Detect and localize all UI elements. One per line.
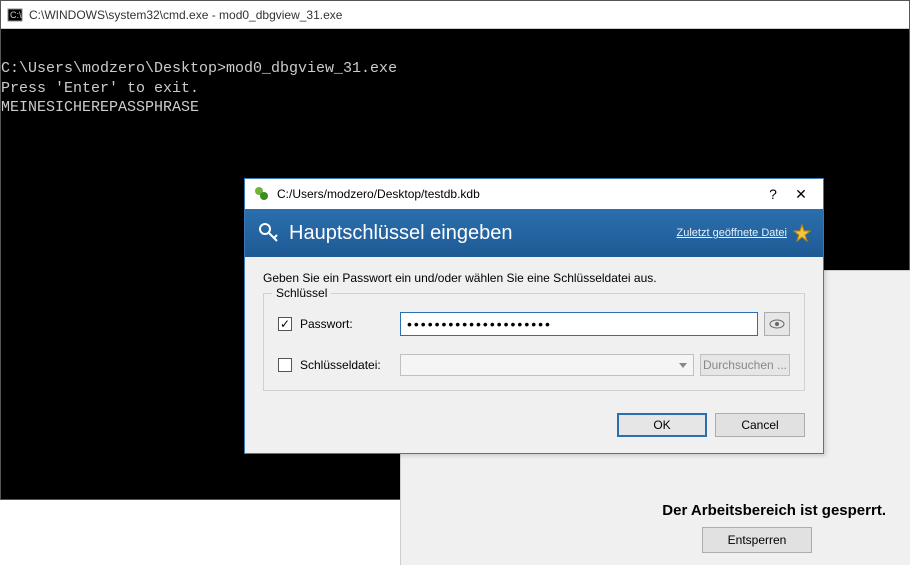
key-icon bbox=[257, 221, 281, 245]
recent-file-link[interactable]: Zuletzt geöffnete Datei bbox=[677, 227, 787, 239]
master-key-dialog: C:/Users/modzero/Desktop/testdb.kdb ? ✕ … bbox=[244, 178, 824, 454]
reveal-password-button[interactable] bbox=[764, 312, 790, 336]
cmd-line: MEINESICHEREPASSPHRASE bbox=[1, 98, 909, 118]
dialog-titlebar[interactable]: C:/Users/modzero/Desktop/testdb.kdb ? ✕ bbox=[245, 179, 823, 209]
keyfile-row: Schlüsseldatei: Durchsuchen ... bbox=[278, 354, 790, 376]
help-button[interactable]: ? bbox=[759, 186, 787, 202]
key-fieldset: Schlüssel Passwort: Schlüsseldatei: Durc… bbox=[263, 293, 805, 391]
keyfile-label: Schlüsseldatei: bbox=[300, 358, 400, 372]
keepass-icon bbox=[253, 185, 271, 203]
cmd-line: Press 'Enter' to exit. bbox=[1, 79, 909, 99]
password-label: Passwort: bbox=[300, 317, 400, 331]
browse-button: Durchsuchen ... bbox=[700, 354, 790, 376]
svg-text:C:\: C:\ bbox=[10, 10, 22, 20]
keyfile-checkbox[interactable] bbox=[278, 358, 292, 372]
dialog-footer: OK Cancel bbox=[245, 399, 823, 453]
dialog-banner: Hauptschlüssel eingeben Zuletzt geöffnet… bbox=[245, 209, 823, 257]
ok-button[interactable]: OK bbox=[617, 413, 707, 437]
cmd-body[interactable]: C:\Users\modzero\Desktop>mod0_dbgview_31… bbox=[1, 29, 909, 118]
cmd-title: C:\WINDOWS\system32\cmd.exe - mod0_dbgvi… bbox=[29, 8, 342, 22]
password-input[interactable] bbox=[400, 312, 758, 336]
cmd-line: C:\Users\modzero\Desktop>mod0_dbgview_31… bbox=[1, 59, 909, 79]
dialog-title: C:/Users/modzero/Desktop/testdb.kdb bbox=[277, 187, 759, 201]
cancel-button[interactable]: Cancel bbox=[715, 413, 805, 437]
unlock-button[interactable]: Entsperren bbox=[702, 527, 812, 553]
workspace-locked-message: Der Arbeitsbereich ist gesperrt. bbox=[662, 502, 886, 519]
close-button[interactable]: ✕ bbox=[787, 186, 815, 203]
dialog-instruction: Geben Sie ein Passwort ein und/oder wähl… bbox=[263, 271, 805, 285]
password-row: Passwort: bbox=[278, 312, 790, 336]
keyfile-select[interactable] bbox=[400, 354, 694, 376]
fieldset-legend: Schlüssel bbox=[272, 286, 331, 300]
banner-title: Hauptschlüssel eingeben bbox=[289, 222, 677, 245]
cmd-icon: C:\ bbox=[7, 7, 23, 23]
cmd-titlebar[interactable]: C:\ C:\WINDOWS\system32\cmd.exe - mod0_d… bbox=[1, 1, 909, 29]
star-icon[interactable] bbox=[793, 224, 811, 242]
dialog-body: Geben Sie ein Passwort ein und/oder wähl… bbox=[245, 257, 823, 399]
password-checkbox[interactable] bbox=[278, 317, 292, 331]
